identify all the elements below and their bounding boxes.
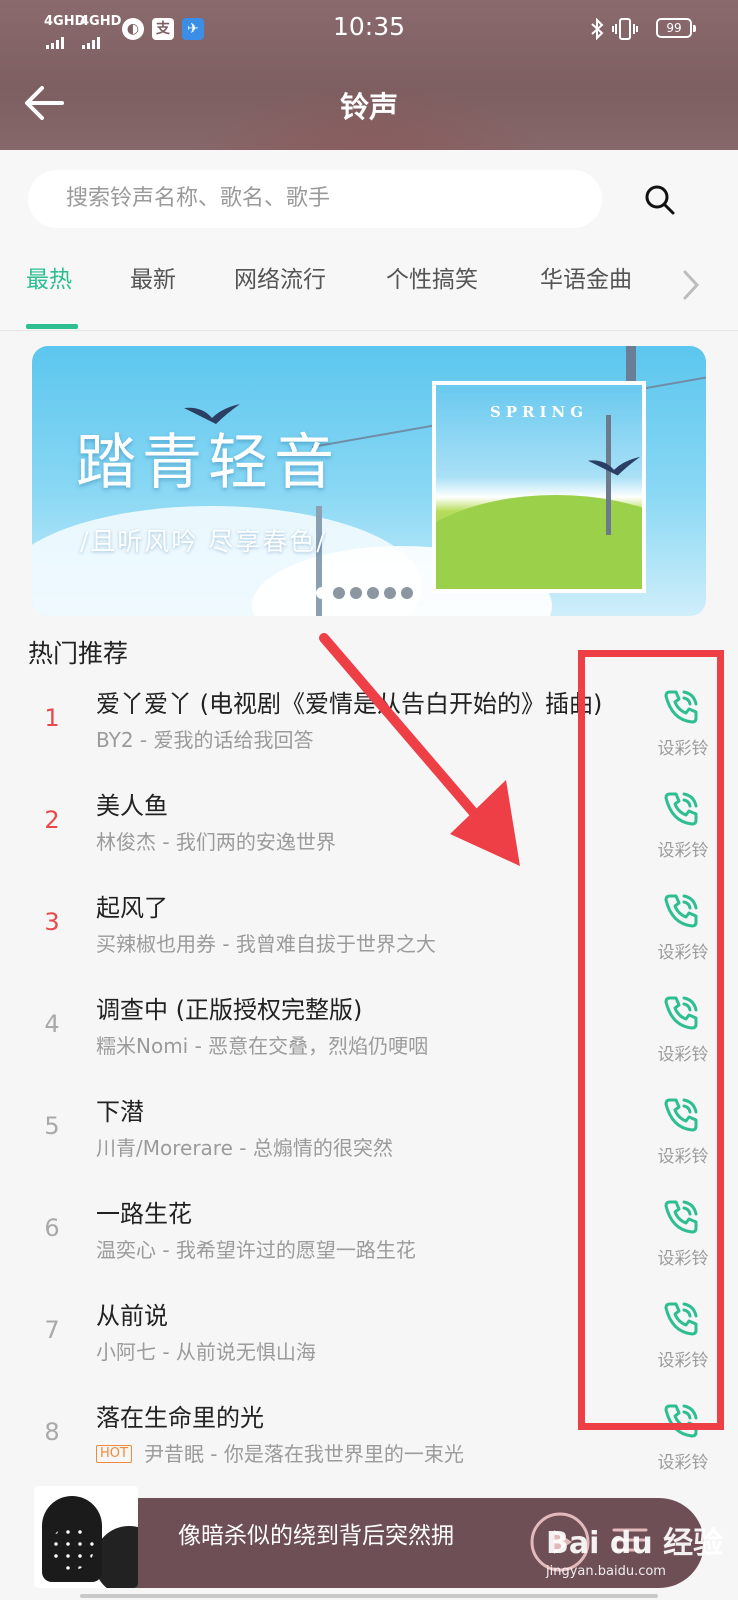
rank-number: 8 <box>44 1418 60 1446</box>
bluetooth-icon <box>591 18 604 40</box>
app-header: 4GHD 4GHD ◐ 支 ✈ 10:35 99 铃声 <box>0 0 738 150</box>
search-input[interactable]: 搜索铃声名称、歌名、歌手 <box>28 170 602 228</box>
banner-art-label: SPRING <box>489 403 589 421</box>
rank-number: 3 <box>44 908 60 936</box>
song-artist-line: 买辣椒也用券 - 我曾难自拔于世界之大 <box>96 932 436 956</box>
rank-number: 5 <box>44 1112 60 1140</box>
swallow-bird-icon <box>587 456 641 476</box>
tab-chinese-classics[interactable]: 华语金曲 <box>540 260 632 294</box>
search-icon[interactable] <box>640 180 680 220</box>
rank-number: 1 <box>44 704 60 732</box>
battery-level: 99 <box>666 21 682 35</box>
banner-subtitle: /且听风吟 尽享春色/ <box>80 527 327 556</box>
battery-icon: 99 <box>656 18 696 38</box>
song-title: 调查中 (正版授权完整版) <box>96 996 363 1024</box>
section-title: 热门推荐 <box>28 639 129 668</box>
song-title: 起风了 <box>96 894 168 922</box>
search-area: 搜索铃声名称、歌名、歌手 <box>0 150 738 240</box>
banner-dot[interactable] <box>384 587 396 599</box>
album-cover[interactable] <box>34 1486 138 1588</box>
rank-number: 7 <box>44 1316 60 1344</box>
banner-dot[interactable] <box>401 587 413 599</box>
tab-funny[interactable]: 个性搞笑 <box>386 260 478 294</box>
annotation-highlight-box <box>578 650 724 1430</box>
watermark-text: Bai du 经验 <box>546 1526 724 1561</box>
banner-art-hill <box>436 495 642 589</box>
song-artist-line: 小阿七 - 从前说无惧山海 <box>96 1340 316 1364</box>
rank-number: 6 <box>44 1214 60 1242</box>
page-title: 铃声 <box>339 90 398 124</box>
song-title: 落在生命里的光 <box>96 1404 264 1432</box>
tab-hottest[interactable]: 最热 <box>26 260 72 294</box>
annotation-arrow <box>319 633 520 866</box>
banner-pagination-dots <box>316 584 418 599</box>
banner-dot[interactable] <box>350 587 362 599</box>
category-tabs: 最热 最新 网络流行 个性搞笑 华语金曲 <box>0 240 738 331</box>
banner-dot[interactable] <box>333 587 345 599</box>
banner-album-art: SPRING <box>432 381 646 593</box>
album-art-pattern <box>50 1526 94 1570</box>
baidu-watermark: Bai du 经验 jingyan.baidu.com <box>546 1518 723 1579</box>
song-title: 一路生花 <box>96 1200 192 1228</box>
chevron-right-icon[interactable] <box>676 260 706 310</box>
status-bar: 4GHD 4GHD ◐ 支 ✈ 10:35 99 <box>0 0 738 58</box>
song-title: 美人鱼 <box>96 792 168 820</box>
promo-banner[interactable]: 踏青轻音 /且听风吟 尽享春色/ SPRING <box>32 346 706 616</box>
banner-dot[interactable] <box>367 587 379 599</box>
rank-number: 2 <box>44 806 60 834</box>
banner-title: 踏青轻音 <box>76 428 340 498</box>
song-artist-line: BY2 - 爱我的话给我回答 <box>96 728 314 752</box>
home-indicator[interactable] <box>80 1594 658 1598</box>
tab-internet-popular[interactable]: 网络流行 <box>234 260 326 294</box>
now-playing-lyric: 像暗杀似的绕到背后突然拥 <box>178 1523 454 1549</box>
rank-number: 4 <box>44 1010 60 1038</box>
banner-dot-active[interactable] <box>316 587 328 599</box>
mini-player[interactable]: 像暗杀似的绕到背后突然拥 Bai du 经验 jingyan.baidu.com <box>0 1458 738 1600</box>
song-title: 下潜 <box>96 1098 144 1126</box>
watermark-url: jingyan.baidu.com <box>546 1564 666 1579</box>
song-artist-line: 川青/Morerare - 总煽情的很突然 <box>96 1136 393 1160</box>
vibrate-icon <box>612 18 638 40</box>
song-artist-line: 林俊杰 - 我们两的安逸世界 <box>96 830 336 854</box>
song-title: 从前说 <box>96 1302 168 1330</box>
active-tab-indicator <box>26 324 78 329</box>
tab-newest[interactable]: 最新 <box>130 260 176 294</box>
song-artist-line: 糯米Nomi - 恶意在交叠，烈焰仍哽咽 <box>96 1034 429 1058</box>
song-artist-line: 温奕心 - 我希望许过的愿望一路生花 <box>96 1238 416 1262</box>
